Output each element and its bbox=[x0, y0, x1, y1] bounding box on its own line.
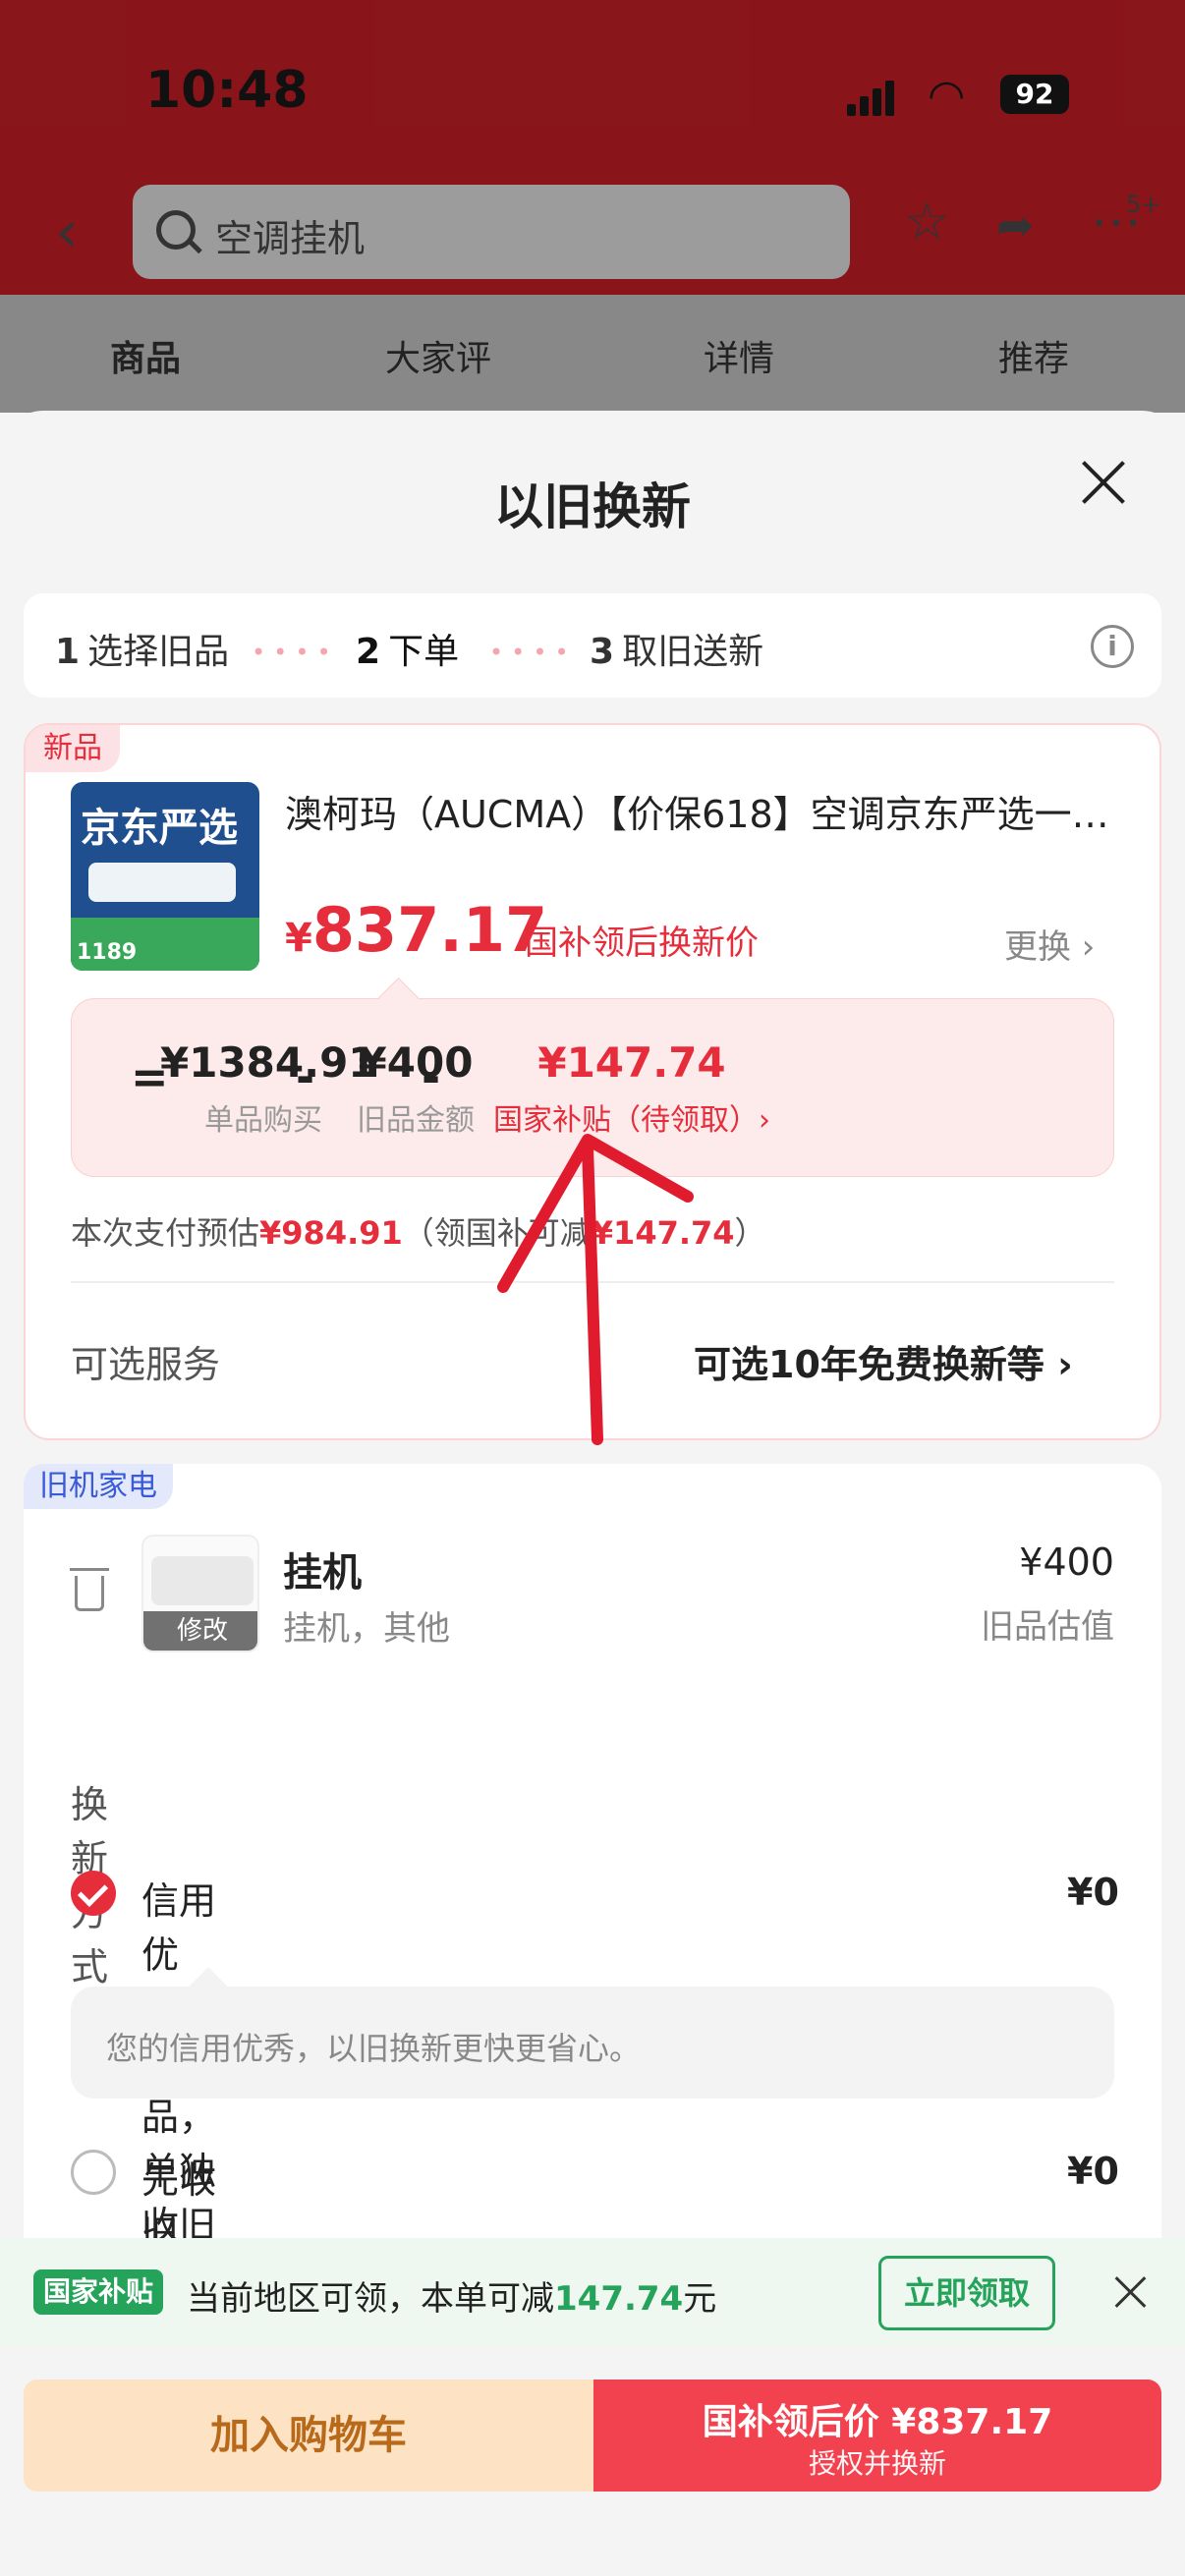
tab-reviews[interactable]: 大家评 bbox=[385, 330, 491, 381]
service-selector[interactable]: 可选10年免费换新等 › bbox=[694, 1334, 1073, 1388]
old-tag: 旧机家电 bbox=[24, 1464, 173, 1509]
minus-sign: - bbox=[422, 1050, 441, 1103]
service-label: 可选服务 bbox=[71, 1343, 221, 1386]
subsidy-bar: 国家补贴 当前地区可领，本单可减147.74元 立即领取 bbox=[0, 2238, 1185, 2346]
new-product-card: 新品 京东严选 1189 澳柯玛（AUCMA）【价保618】空调京东严选一级能效… bbox=[24, 723, 1161, 1440]
credit-hint: 您的信用优秀，以旧换新更快更省心。 bbox=[71, 1987, 1114, 2099]
search-text: 空调挂机 bbox=[215, 217, 366, 260]
tab-recommend[interactable]: 推荐 bbox=[998, 330, 1069, 381]
info-icon[interactable]: i bbox=[1091, 625, 1134, 668]
old-subtitle: 挂机，其他 bbox=[283, 1609, 450, 1649]
option-1-radio[interactable] bbox=[71, 1871, 116, 1916]
product-title[interactable]: 澳柯玛（AUCMA）【价保618】空调京东严选一级能效变频冷暖 bbox=[285, 784, 1130, 838]
close-icon[interactable] bbox=[1079, 458, 1128, 507]
star-icon[interactable]: ☆ bbox=[904, 196, 950, 248]
close-icon[interactable] bbox=[1114, 2275, 1148, 2309]
price-label: 国补领后换新价 bbox=[525, 924, 759, 963]
change-button[interactable]: 更换 › bbox=[1004, 920, 1095, 968]
payment-estimate: 本次支付预估¥984.91（领国补可减¥147.74） bbox=[71, 1214, 766, 1252]
bottom-action-bar: 加入购物车 国补领后价 ¥837.17 授权并换新 bbox=[0, 2346, 1185, 2576]
subsidy-label[interactable]: 国家补贴（待领取）› bbox=[445, 1095, 818, 1139]
old-price: ¥400 bbox=[1019, 1540, 1114, 1584]
step-indicator: 1 选择旧品 •••• 2 下单 •••• 3 取旧送新 i bbox=[24, 593, 1161, 698]
more-badge: 5+ bbox=[1126, 191, 1161, 218]
search-icon bbox=[156, 210, 196, 250]
product-tabs: 商品 大家评 详情 推荐 bbox=[0, 295, 1185, 413]
option-2-price: ¥0 bbox=[1067, 2150, 1119, 2193]
step-1: 1 选择旧品 bbox=[55, 632, 230, 672]
status-time: 10:48 bbox=[145, 61, 309, 120]
wifi-icon: ◠ bbox=[928, 71, 966, 121]
trade-in-button[interactable]: 国补领后价 ¥837.17 授权并换新 bbox=[593, 2380, 1161, 2492]
option-2-radio[interactable] bbox=[71, 2150, 116, 2195]
step-3: 3 取旧送新 bbox=[590, 632, 764, 672]
new-tag: 新品 bbox=[26, 725, 120, 772]
subsidy-text: 当前地区可领，本单可减147.74元 bbox=[187, 2279, 717, 2319]
signal-icon bbox=[847, 81, 894, 116]
step-dots: •••• bbox=[252, 639, 339, 666]
trash-icon[interactable] bbox=[70, 1568, 109, 1611]
buy-price-label: 国补领后价 ¥837.17 bbox=[702, 2402, 1053, 2442]
buy-action-label: 授权并换新 bbox=[808, 2447, 946, 2480]
battery-icon: 92 bbox=[1000, 75, 1069, 114]
subsidy-amount: ¥147.74 bbox=[537, 1038, 726, 1087]
sheet-title: 以旧换新 bbox=[494, 478, 691, 535]
old-appliance-image[interactable]: 修改 bbox=[141, 1535, 259, 1652]
search-input[interactable]: 空调挂机 bbox=[133, 185, 850, 279]
old-price-label: 旧品估值 bbox=[981, 1607, 1114, 1647]
navbar: ‹ 空调挂机 ☆ ➦ ⋯ 5+ bbox=[0, 177, 1185, 285]
tab-goods[interactable]: 商品 bbox=[110, 330, 181, 381]
option-1-price: ¥0 bbox=[1067, 1871, 1119, 1914]
back-icon[interactable]: ‹ bbox=[55, 202, 79, 261]
claim-button[interactable]: 立即领取 bbox=[878, 2256, 1055, 2330]
edit-label[interactable]: 修改 bbox=[143, 1611, 257, 1651]
product-image[interactable]: 京东严选 1189 bbox=[71, 782, 259, 971]
price-breakdown: = ¥1384.91 单品购买 - ¥400 旧品金额 - ¥147.74 国家… bbox=[71, 998, 1114, 1177]
tab-details[interactable]: 详情 bbox=[704, 330, 774, 381]
status-bar: 10:48 ◠ 92 bbox=[0, 49, 1185, 138]
add-to-cart-button[interactable]: 加入购物车 bbox=[24, 2380, 593, 2492]
new-price: ¥837.17 bbox=[285, 894, 548, 966]
share-icon[interactable]: ➦ bbox=[996, 202, 1035, 248]
step-2: 2 下单 bbox=[356, 632, 460, 672]
divider bbox=[71, 1281, 1114, 1283]
old-name: 挂机 bbox=[283, 1550, 362, 1596]
subsidy-tag: 国家补贴 bbox=[33, 2269, 164, 2315]
step-dots: •••• bbox=[489, 639, 577, 666]
